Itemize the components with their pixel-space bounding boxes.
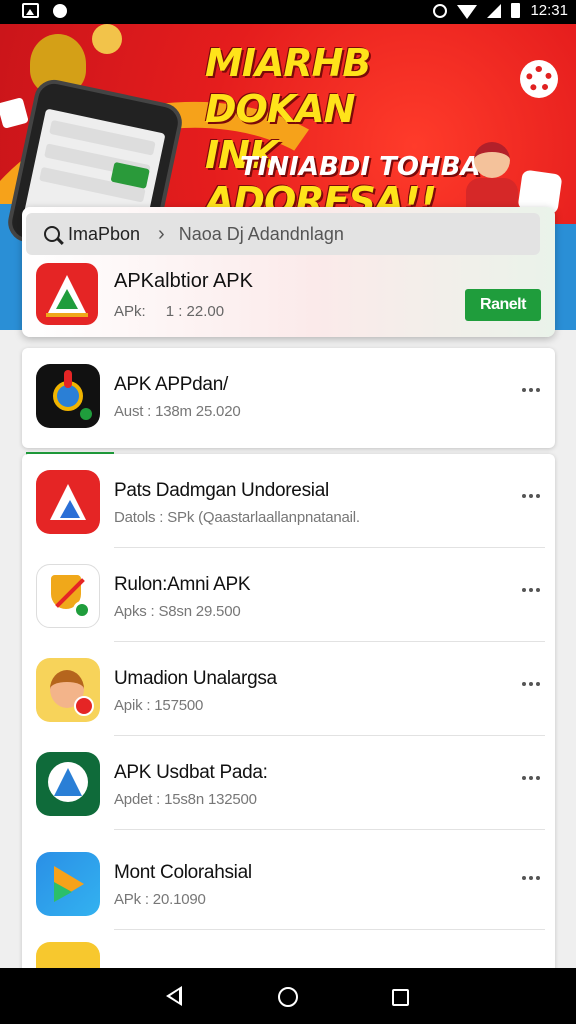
more-icon[interactable] xyxy=(519,380,543,400)
app-meta: Apdet : 15s8n 132500 xyxy=(114,791,257,808)
app-meta: Apik : 157500 xyxy=(114,697,204,714)
app-title: Mont Colorahsial xyxy=(114,862,252,883)
app-character-icon xyxy=(36,658,100,722)
search-icon xyxy=(44,226,60,242)
recent-apps-icon[interactable] xyxy=(392,989,409,1006)
app-a-logo-icon xyxy=(36,752,100,816)
more-icon[interactable] xyxy=(519,868,543,888)
dot-icon xyxy=(53,3,67,18)
sticker-icon xyxy=(0,97,29,129)
list-item[interactable]: APK Usdbat Pada: Apdet : 15s8n 132500 xyxy=(22,736,555,830)
list-item[interactable]: Umadion Unalargsa Apik : 157500 xyxy=(22,642,555,736)
app-meta: Apks : S8sn 29.500 xyxy=(114,603,241,620)
home-icon[interactable] xyxy=(278,987,298,1007)
search-hint: Naoa Dj Adandnlagn xyxy=(178,223,344,244)
search-label: ImaPbon xyxy=(68,223,141,244)
list-item[interactable]: Rulon:Amni APK Apks : S8sn 29.500 xyxy=(22,548,555,642)
signal-icon xyxy=(487,3,502,18)
app-list: APK APPdan/ Aust : 138m 25.020 Pats Dadm… xyxy=(0,330,576,1006)
battery-icon xyxy=(511,3,521,18)
app-arrow-icon xyxy=(36,470,100,534)
more-icon[interactable] xyxy=(519,580,543,600)
install-button[interactable]: Ranelt xyxy=(465,289,541,321)
more-icon[interactable] xyxy=(519,768,543,788)
app-title: APK APPdan/ xyxy=(114,374,228,395)
navigation-bar xyxy=(0,968,576,1024)
app-shield-icon xyxy=(36,564,100,628)
wifi-icon xyxy=(457,4,478,19)
banner-subline: TINIABDI TOHBA! xyxy=(240,152,493,182)
image-icon xyxy=(22,3,39,18)
app-meta: APk : 20.1090 xyxy=(114,891,206,908)
list-card: APK APPdan/ Aust : 138m 25.020 xyxy=(22,348,555,448)
alarm-icon xyxy=(433,3,448,18)
app-title: Rulon:Amni APK xyxy=(114,574,251,595)
featured-app-icon[interactable] xyxy=(36,263,98,325)
app-title: Pats Dadmgan Undoresial xyxy=(114,480,329,501)
list-item[interactable]: Pats Dadmgan Undoresial Datols : SPk (Qa… xyxy=(22,454,555,548)
chevron-right-icon: › xyxy=(158,222,165,245)
more-icon[interactable] xyxy=(519,486,543,506)
list-item[interactable]: Mont Colorahsial APk : 20.1090 xyxy=(22,836,555,930)
gear-icon[interactable] xyxy=(520,60,558,98)
banner-headline: MIARHB DOKAN INK ADORESA!! xyxy=(205,41,437,223)
list-card: Pats Dadmgan Undoresial Datols : SPk (Qa… xyxy=(22,454,555,1006)
search-input[interactable]: ImaPbon › Naoa Dj Adandnlagn xyxy=(26,213,540,255)
app-title: APK Usdbat Pada: xyxy=(114,762,268,783)
search-card: ImaPbon › Naoa Dj Adandnlagn APKalbtior … xyxy=(22,207,555,337)
status-bar: 12:31 xyxy=(0,0,576,24)
list-item[interactable]: APK APPdan/ Aust : 138m 25.020 xyxy=(22,348,555,442)
app-compass-icon xyxy=(36,364,100,428)
app-meta: Aust : 138m 25.020 xyxy=(114,403,241,420)
app-meta: Datols : SPk (Qaastarlaallanpnatanail. xyxy=(114,509,360,526)
featured-app-title: APKalbtior APK xyxy=(114,270,253,292)
coin-icon xyxy=(92,24,122,54)
featured-app-meta: APk: 1 : 22.00 xyxy=(114,303,225,320)
app-play-arrow-icon xyxy=(36,852,100,916)
app-title: Umadion Unalargsa xyxy=(114,668,277,689)
status-time: 12:31 xyxy=(530,2,568,19)
more-icon[interactable] xyxy=(519,674,543,694)
back-icon[interactable] xyxy=(166,986,182,1006)
